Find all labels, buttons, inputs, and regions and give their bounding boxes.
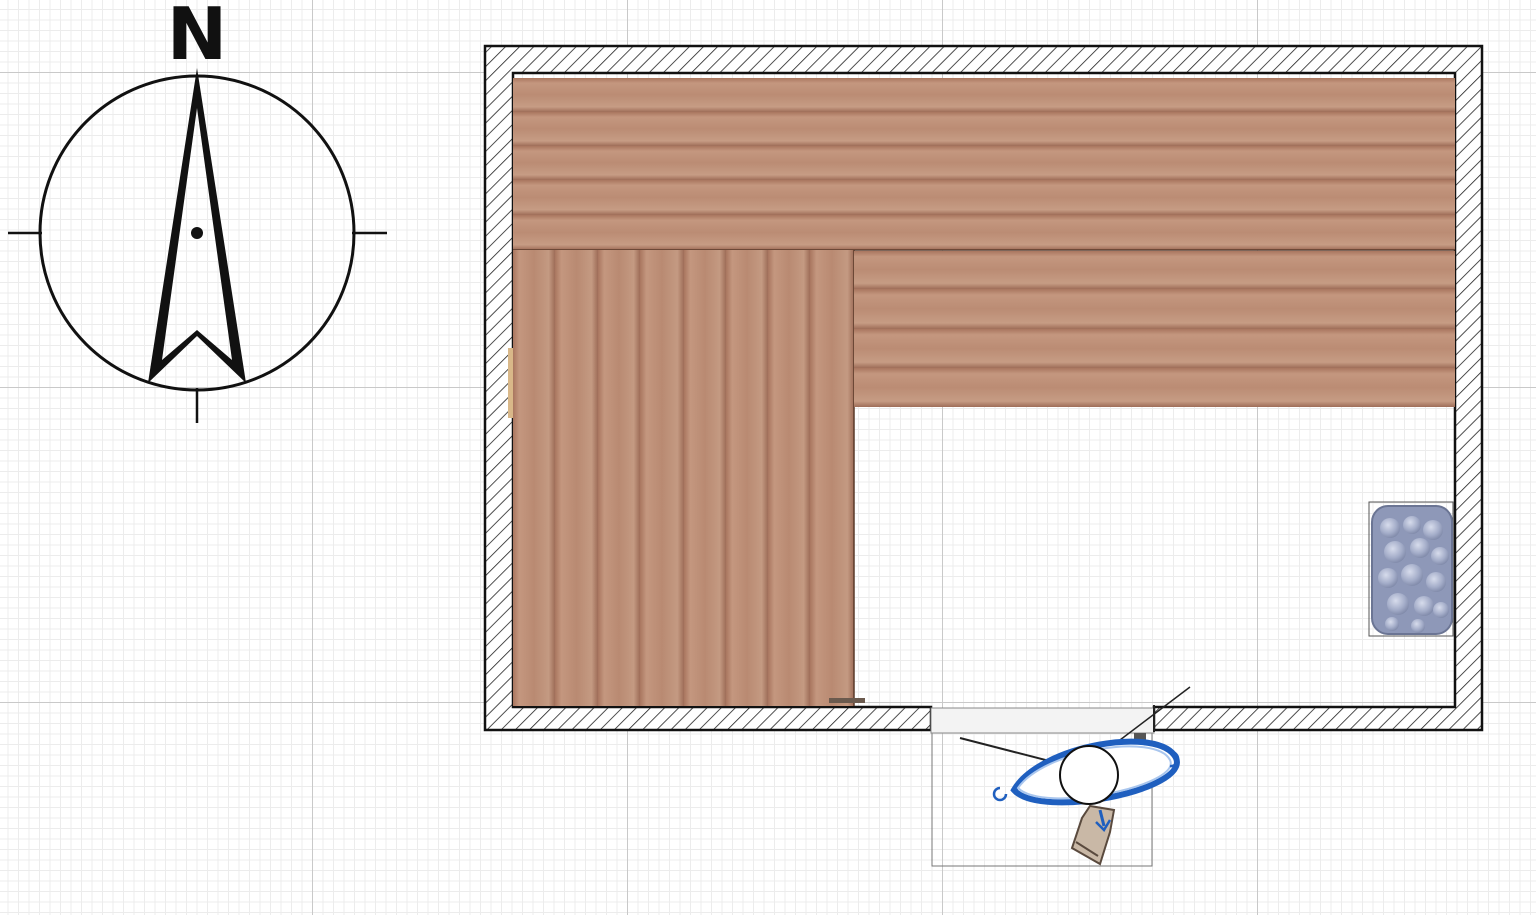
lower-bench-right bbox=[854, 251, 1455, 407]
compass-arrow bbox=[148, 68, 246, 383]
north-label: N bbox=[166, 0, 228, 76]
floor-plan-canvas bbox=[8, 44, 1484, 867]
compass-center-dot bbox=[191, 227, 203, 239]
door-handle bbox=[992, 738, 1180, 866]
sauna-heater bbox=[1368, 501, 1454, 637]
lower-bench-left bbox=[508, 250, 865, 706]
north-compass bbox=[8, 68, 387, 423]
upper-bench bbox=[513, 78, 1455, 251]
